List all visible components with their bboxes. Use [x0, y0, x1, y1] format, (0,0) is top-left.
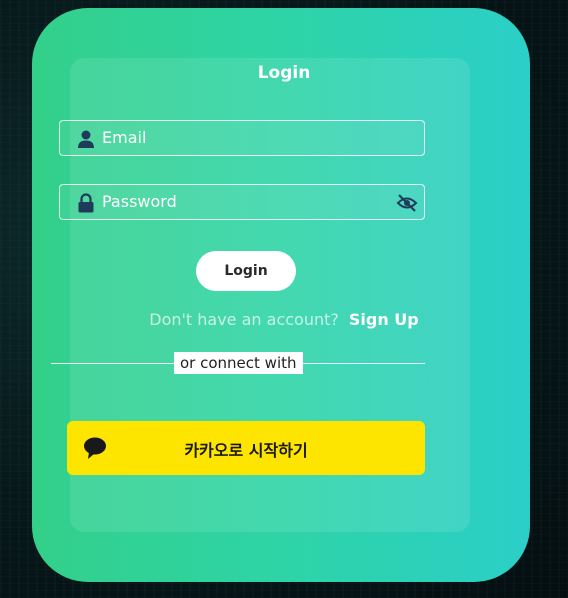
email-field[interactable]: Email [59, 120, 425, 156]
login-title: Login [257, 63, 311, 83]
login-card [32, 8, 530, 582]
email-placeholder: Email [102, 128, 147, 147]
connect-with-label: or connect with [174, 352, 303, 374]
password-placeholder: Password [102, 192, 177, 211]
lock-icon [78, 193, 94, 213]
user-icon [78, 130, 94, 148]
password-field[interactable]: Password [59, 184, 425, 220]
eye-off-icon[interactable] [396, 193, 418, 213]
signup-link[interactable]: Sign Up [349, 310, 419, 329]
login-button[interactable]: Login [196, 251, 296, 291]
kakao-login-button[interactable]: 카카오로 시작하기 [67, 421, 425, 475]
signup-prompt: Don't have an account? [149, 310, 339, 329]
kakao-button-label: 카카오로 시작하기 [184, 441, 308, 460]
signup-row: Don't have an account? Sign Up [0, 310, 568, 329]
